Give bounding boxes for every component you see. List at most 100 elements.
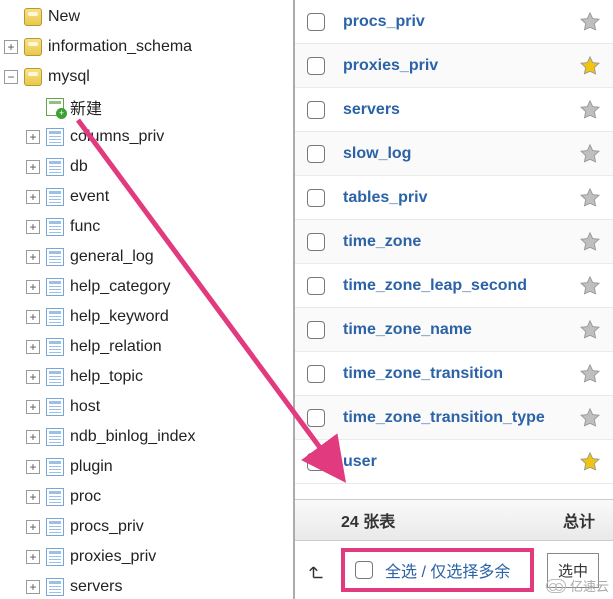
tree-table-host[interactable]: +host [0, 392, 293, 422]
favorite-star-icon[interactable] [579, 275, 601, 297]
row-checkbox[interactable] [307, 365, 325, 383]
row-checkbox[interactable] [307, 189, 325, 207]
expand-toggle[interactable]: − [4, 70, 18, 84]
tree-label: event [70, 188, 109, 206]
expand-toggle[interactable]: + [26, 340, 40, 354]
tree-table-help_topic[interactable]: + help_topic [0, 362, 293, 392]
tree-label: ndb_binlog_index [70, 428, 195, 446]
expand-toggle[interactable]: + [26, 310, 40, 324]
table-row: time_zone [295, 220, 613, 264]
tree-label: help_topic [70, 368, 143, 386]
expand-toggle[interactable]: + [4, 40, 18, 54]
table-icon [46, 518, 64, 536]
tree-table-servers[interactable]: + servers [0, 572, 293, 599]
tree-label: proxies_priv [70, 548, 156, 566]
select-all-checkbox[interactable] [355, 561, 373, 579]
favorite-star-icon[interactable] [579, 451, 601, 473]
tree-table-plugin[interactable]: +plugin [0, 452, 293, 482]
tree-label: general_log [70, 248, 154, 266]
row-checkbox[interactable] [307, 101, 325, 119]
tree-label: proc [70, 488, 101, 506]
table-count: 24 张表 [341, 508, 395, 532]
tree-table-help_category[interactable]: +help_category [0, 272, 293, 302]
expand-toggle[interactable]: + [26, 460, 40, 474]
row-checkbox[interactable] [307, 233, 325, 251]
row-checkbox[interactable] [307, 145, 325, 163]
table-row: procs_priv [295, 0, 613, 44]
tree-table-proxies_priv[interactable]: + proxies_priv [0, 542, 293, 572]
tree-table-procs_priv[interactable]: +procs_priv [0, 512, 293, 542]
table-link[interactable]: time_zone_name [343, 321, 573, 339]
favorite-star-icon[interactable] [579, 319, 601, 341]
expand-toggle[interactable]: + [26, 190, 40, 204]
favorite-star-icon[interactable] [579, 407, 601, 429]
tree-table-ndb_binlog_index[interactable]: + ndb_binlog_index [0, 422, 293, 452]
table-icon [46, 128, 64, 146]
tree-table-help_relation[interactable]: +help_relation [0, 332, 293, 362]
table-link[interactable]: time_zone_leap_second [343, 277, 573, 295]
tree-table-db[interactable]: +db [0, 152, 293, 182]
table-icon [46, 368, 64, 386]
tree-new-table[interactable]: 新建 [0, 92, 293, 122]
expand-toggle[interactable]: + [26, 580, 40, 594]
favorite-star-icon[interactable] [579, 55, 601, 77]
expand-toggle[interactable]: + [26, 400, 40, 414]
expand-toggle[interactable]: + [26, 520, 40, 534]
table-row: time_zone_leap_second [295, 264, 613, 308]
table-link[interactable]: procs_priv [343, 13, 573, 31]
table-link[interactable]: time_zone_transition_type [343, 409, 573, 427]
tree-table-func[interactable]: +func [0, 212, 293, 242]
tree-label: New [48, 8, 80, 26]
tree-label: servers [70, 578, 122, 596]
table-icon [46, 338, 64, 356]
table-link[interactable]: servers [343, 101, 573, 119]
table-icon [46, 218, 64, 236]
row-checkbox[interactable] [307, 409, 325, 427]
table-link[interactable]: user [343, 453, 573, 471]
database-icon [24, 68, 42, 86]
expand-toggle[interactable]: + [26, 160, 40, 174]
expand-toggle[interactable]: + [26, 430, 40, 444]
row-checkbox[interactable] [307, 13, 325, 31]
tree-db-New[interactable]: New [0, 2, 293, 32]
favorite-star-icon[interactable] [579, 99, 601, 121]
row-checkbox[interactable] [307, 321, 325, 339]
expand-toggle[interactable]: + [26, 550, 40, 564]
expand-toggle[interactable]: + [26, 490, 40, 504]
tree-db-information_schema[interactable]: + information_schema [0, 32, 293, 62]
expand-toggle[interactable]: + [26, 130, 40, 144]
expand-toggle[interactable]: + [26, 250, 40, 264]
select-all-box[interactable]: 全选 / 仅选择多余 [341, 548, 534, 592]
table-icon [46, 278, 64, 296]
tree-table-columns_priv[interactable]: + columns_priv [0, 122, 293, 152]
table-link[interactable]: tables_priv [343, 189, 573, 207]
tree-label: columns_priv [70, 128, 164, 146]
favorite-star-icon[interactable] [579, 143, 601, 165]
sidebar-tree: New + information_schema − mysql 新建 + columns_p… [0, 0, 295, 599]
favorite-star-icon[interactable] [579, 363, 601, 385]
table-link[interactable]: proxies_priv [343, 57, 573, 75]
row-checkbox[interactable] [307, 453, 325, 471]
tree-label: mysql [48, 68, 90, 86]
tree-table-general_log[interactable]: + general_log [0, 242, 293, 272]
favorite-star-icon[interactable] [579, 11, 601, 33]
expand-toggle[interactable]: + [26, 220, 40, 234]
expand-toggle[interactable]: + [26, 370, 40, 384]
tree-table-event[interactable]: + event [0, 182, 293, 212]
tree-db-mysql[interactable]: − mysql [0, 62, 293, 92]
table-row: servers [295, 88, 613, 132]
summary-total: 总计 [563, 508, 595, 532]
row-checkbox[interactable] [307, 57, 325, 75]
table-link[interactable]: time_zone_transition [343, 365, 573, 383]
table-link[interactable]: time_zone [343, 233, 573, 251]
expand-toggle[interactable]: + [26, 280, 40, 294]
app-root: New + information_schema − mysql 新建 + columns_p… [0, 0, 613, 599]
tree-table-help_keyword[interactable]: +help_keyword [0, 302, 293, 332]
row-checkbox[interactable] [307, 277, 325, 295]
tree-label: information_schema [48, 38, 192, 56]
favorite-star-icon[interactable] [579, 231, 601, 253]
tree-table-proc[interactable]: + proc [0, 482, 293, 512]
select-all-link[interactable]: 全选 / 仅选择多余 [385, 558, 510, 582]
table-link[interactable]: slow_log [343, 145, 573, 163]
favorite-star-icon[interactable] [579, 187, 601, 209]
